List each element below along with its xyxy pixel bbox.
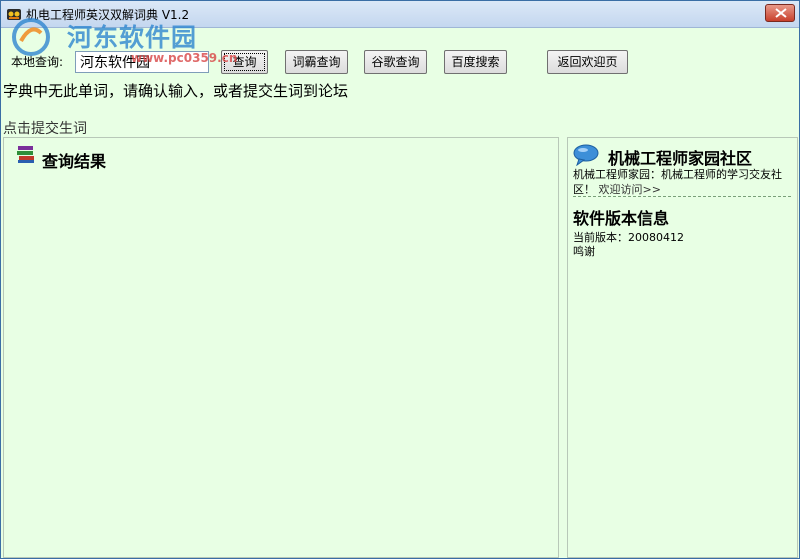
baidu-search-button[interactable]: 百度搜索 <box>444 50 507 74</box>
close-icon <box>775 8 787 18</box>
visit-link[interactable]: 欢迎访问>> <box>599 183 661 196</box>
not-found-message: 字典中无此单词，请确认输入，或者提交生词到论坛 <box>3 82 349 100</box>
results-panel: 查询结果 <box>3 137 559 558</box>
window-title: 机电工程师英汉双解词典 V1.2 <box>26 8 190 22</box>
app-window: 机电工程师英汉双解词典 V1.2 本地查询: 查询 词霸查询 谷歌查询 百度搜索… <box>0 0 800 559</box>
back-home-button[interactable]: 返回欢迎页 <box>547 50 628 74</box>
search-input[interactable] <box>75 51 209 73</box>
thanks-link[interactable]: 鸣谢 <box>573 243 595 259</box>
community-description: 机械工程师家园：机械工程师的学习交友社区！ 欢迎访问>> <box>573 167 793 197</box>
version-value: 20080412 <box>628 231 684 244</box>
close-button[interactable] <box>765 4 795 22</box>
books-icon <box>17 146 34 163</box>
query-button[interactable]: 查询 <box>221 50 268 74</box>
community-title: 机械工程师家园社区 <box>608 149 753 168</box>
search-label: 本地查询: <box>11 55 64 69</box>
divider <box>573 196 791 197</box>
info-sidebar: 机械工程师家园社区 机械工程师家园：机械工程师的学习交友社区！ 欢迎访问>> 软… <box>567 137 798 558</box>
submit-word-link[interactable]: 点击提交生词 <box>3 118 87 138</box>
google-query-button[interactable]: 谷歌查询 <box>364 50 427 74</box>
results-title: 查询结果 <box>42 152 107 171</box>
app-icon <box>7 9 21 20</box>
title-bar[interactable]: 机电工程师英汉双解词典 V1.2 <box>1 1 799 28</box>
chat-bubble-icon <box>573 144 599 166</box>
iciba-query-button[interactable]: 词霸查询 <box>285 50 348 74</box>
version-title: 软件版本信息 <box>573 209 670 228</box>
